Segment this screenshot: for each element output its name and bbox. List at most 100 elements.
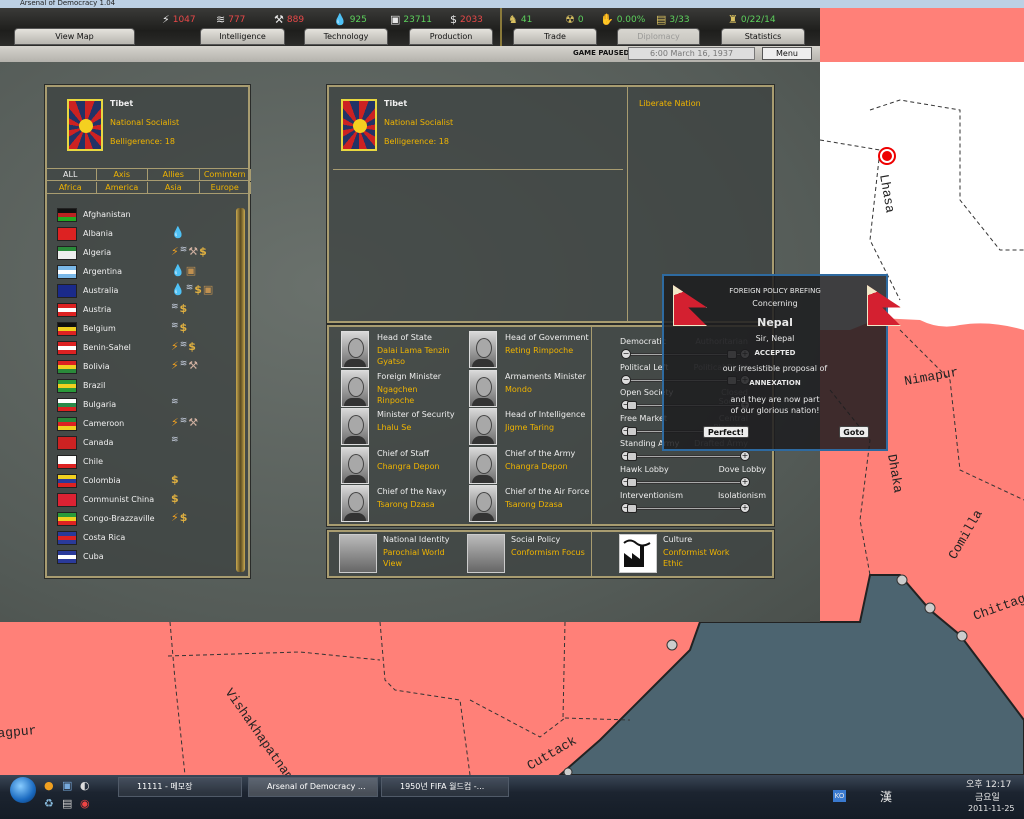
minister-role: Chief of the Air Force <box>505 487 590 496</box>
country-row[interactable]: Algeria ⚡ ≋ ⚒ $ <box>57 245 225 262</box>
firefox-icon[interactable]: ● <box>44 779 54 792</box>
slider-plus-icon[interactable]: + <box>740 451 750 462</box>
filter-america[interactable]: America <box>97 182 148 194</box>
slider-handle[interactable] <box>627 426 637 436</box>
minister-portrait[interactable] <box>469 485 497 522</box>
taskbar-window-game[interactable]: Arsenal of Democracy ... <box>248 777 378 797</box>
policy-slider[interactable]: −+ <box>621 451 750 462</box>
country-row[interactable]: Chile <box>57 454 225 471</box>
policy-value[interactable]: Conformism Focus <box>511 547 611 558</box>
tab-technology[interactable]: Technology <box>304 28 388 45</box>
policy-slider[interactable]: −+ <box>621 477 750 487</box>
chrome-icon[interactable]: ◉ <box>80 797 90 810</box>
taskbar-window-notepad[interactable]: 11111 - 메모장 <box>118 777 242 797</box>
country-flag <box>57 417 77 431</box>
tab-production[interactable]: Production <box>409 28 493 45</box>
filter-asia[interactable]: Asia <box>148 182 200 194</box>
minister-name[interactable]: Mondo <box>505 384 595 395</box>
policy-slider[interactable]: −+ <box>621 502 750 513</box>
filter-axis[interactable]: Axis <box>96 169 148 181</box>
minister-name[interactable]: Tsarong Dzasa <box>505 499 595 510</box>
country-row[interactable]: Benin-Sahel ⚡ ≋ $ <box>57 340 225 357</box>
metal-icon: ≋ <box>171 435 179 445</box>
slider-minus-icon[interactable]: − <box>621 349 631 359</box>
slider-handle[interactable] <box>627 478 637 487</box>
minister-portrait[interactable] <box>341 331 369 368</box>
tab-statistics[interactable]: Statistics <box>721 28 805 45</box>
filter-africa[interactable]: Africa <box>45 182 97 194</box>
slider-handle[interactable] <box>627 503 637 513</box>
slider-plus-icon[interactable]: + <box>740 502 750 513</box>
slider-plus-icon[interactable]: + <box>740 477 750 487</box>
media-icon[interactable]: ◐ <box>80 779 90 792</box>
country-row[interactable]: Colombia $ <box>57 473 225 490</box>
tab-diplomacy[interactable]: Diplomacy <box>617 28 700 45</box>
resource-icons: ⚡ ≋ ⚒ $ <box>171 245 207 258</box>
minister-portrait[interactable] <box>469 331 497 368</box>
country-row[interactable]: Australia 💧 ≋ $ ▣ <box>57 283 225 300</box>
window-title: Arsenal of Democracy 1.04 <box>0 0 1024 8</box>
country-name: Australia <box>83 286 119 295</box>
minister-portrait[interactable] <box>341 369 369 407</box>
slider-left-label: Democratic <box>620 337 667 346</box>
minister-name[interactable]: Tsarong Dzasa <box>377 499 457 510</box>
metal-icon: ≋ <box>179 416 188 426</box>
country-row[interactable]: Austria ≋ $ <box>57 302 225 319</box>
minister-name[interactable]: Reting Rimpoche <box>505 345 595 356</box>
menu-button[interactable]: Menu <box>762 47 812 60</box>
country-row[interactable]: Bolivia ⚡ ≋ ⚒ <box>57 359 225 376</box>
taskbar-window-chrome[interactable]: 1950년 FIFA 월드컵 -... <box>381 777 509 797</box>
country-list-scrollbar[interactable] <box>236 208 245 572</box>
minister-name[interactable]: Ngagchen Rinpoche <box>377 384 457 406</box>
country-row[interactable]: Belgium ≋ $ <box>57 321 225 338</box>
minister-portrait[interactable] <box>469 446 497 484</box>
country-flag <box>57 227 77 241</box>
filter-comintern[interactable]: Comintern <box>199 169 251 181</box>
minister-portrait[interactable] <box>469 369 497 407</box>
minister-name[interactable]: Jigme Taring <box>505 422 595 433</box>
metal-icon: ≋ <box>171 321 179 331</box>
country-name: Chile <box>83 457 104 466</box>
filter-europe[interactable]: Europe <box>200 182 251 194</box>
start-button[interactable] <box>10 777 36 803</box>
app-icon[interactable]: ▤ <box>62 797 72 810</box>
tab-intelligence[interactable]: Intelligence <box>200 28 285 45</box>
policy-value[interactable]: Parochial World View <box>383 547 453 569</box>
slider-minus-icon[interactable]: − <box>621 374 631 385</box>
country-row[interactable]: Cuba <box>57 549 225 566</box>
minister-portrait[interactable] <box>469 408 497 445</box>
minister-name[interactable]: Lhalu Se <box>377 422 457 433</box>
goto-button[interactable]: Goto <box>839 426 869 438</box>
minister-portrait[interactable] <box>341 485 369 522</box>
minister-portrait[interactable] <box>341 446 369 484</box>
country-row[interactable]: Bulgaria ≋ <box>57 397 225 414</box>
slider-handle[interactable] <box>627 452 637 462</box>
recycle-icon[interactable]: ♻ <box>44 797 54 810</box>
minister-name[interactable]: Changra Depon <box>505 461 595 472</box>
country-row[interactable]: Brazil <box>57 378 225 395</box>
country-row[interactable]: Congo-Brazzaville ⚡ $ <box>57 511 225 528</box>
clock-time[interactable]: 오후 12:17 <box>966 777 1011 790</box>
perfect-button[interactable]: Perfect! <box>703 426 749 438</box>
country-row[interactable]: Cameroon ⚡ ≋ ⚒ <box>57 416 225 433</box>
tab-trade[interactable]: Trade <box>513 28 597 45</box>
ime-indicator[interactable]: KO <box>833 790 846 802</box>
desktop-icon[interactable]: ▣ <box>62 779 72 792</box>
minister-portrait[interactable] <box>341 408 369 445</box>
tab-view-map[interactable]: View Map <box>14 28 135 45</box>
filter-allies[interactable]: Allies <box>148 169 200 181</box>
hanja-toggle[interactable]: 漢 <box>880 788 892 805</box>
country-row[interactable]: Afghanistan <box>57 207 225 224</box>
country-row[interactable]: Communist China $ <box>57 492 225 509</box>
liberate-nation-action[interactable]: Liberate Nation <box>639 99 701 108</box>
minister-name[interactable]: Changra Depon <box>377 461 457 472</box>
divider <box>500 8 502 46</box>
policy-value[interactable]: Conformist Work Ethic <box>663 547 733 569</box>
country-row[interactable]: Costa Rica <box>57 530 225 547</box>
country-row[interactable]: Canada ≋ <box>57 435 225 452</box>
slider-handle[interactable] <box>627 401 637 411</box>
minister-name[interactable]: Dalai Lama Tenzin Gyatso <box>377 345 457 367</box>
country-row[interactable]: Argentina 💧 ▣ <box>57 264 225 281</box>
filter-all[interactable]: ALL <box>45 169 97 181</box>
country-row[interactable]: Albania 💧 <box>57 226 225 243</box>
